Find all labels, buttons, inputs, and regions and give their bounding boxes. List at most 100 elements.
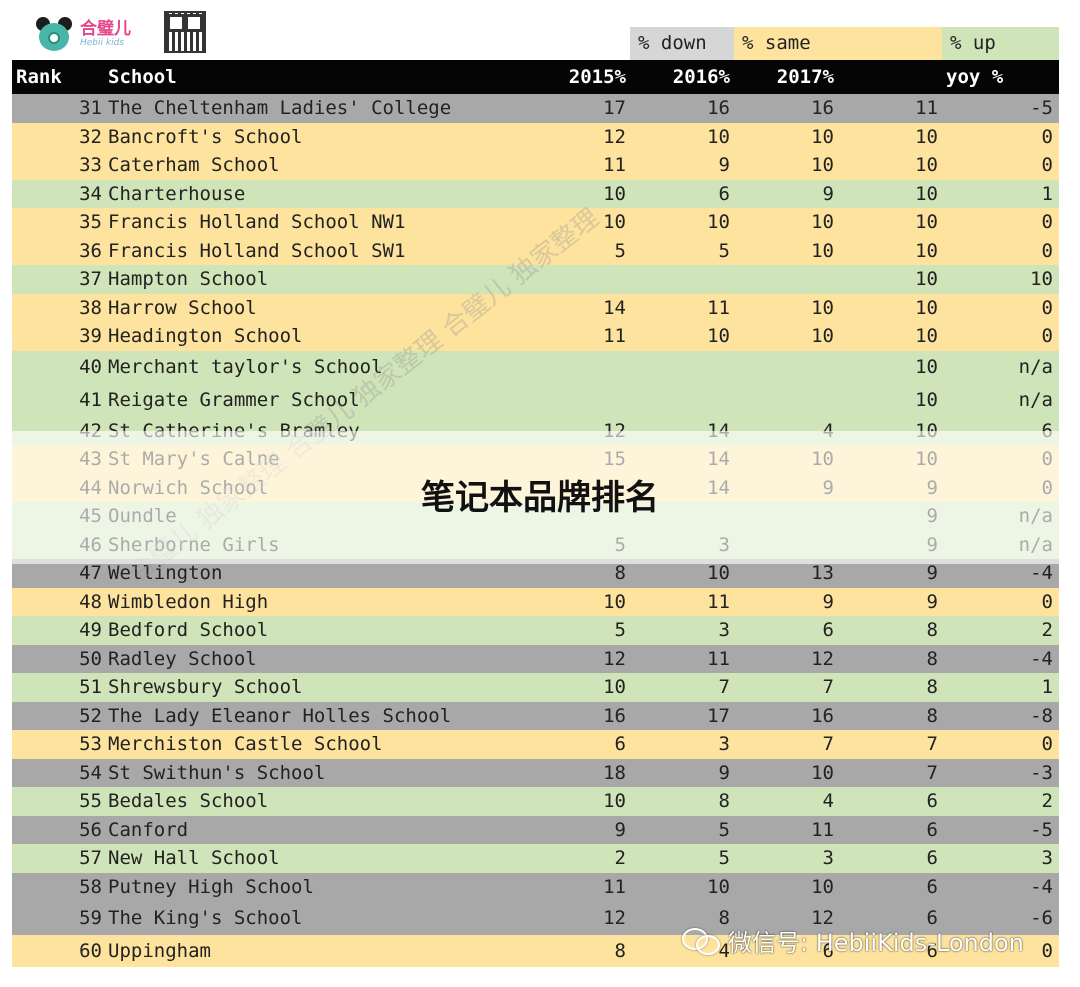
- cell-rank: 51: [79, 676, 102, 699]
- table-row: 42 St Catherine's Bramley 12 14 4 10 6: [12, 416, 1059, 445]
- cell-school: Francis Holland School SW1: [108, 239, 406, 262]
- cell-cur: 6: [926, 875, 938, 898]
- cell-rank: 31: [79, 97, 102, 120]
- cell-y2015: 16: [603, 704, 626, 727]
- cell-y2017: 10: [811, 296, 834, 319]
- cell-y2015: 10: [603, 790, 626, 813]
- cell-y2015: 10: [603, 590, 626, 613]
- table-row: 49 Bedford School 5 3 6 8 2: [12, 616, 1059, 645]
- brand-text: 合璧儿 Hebii kids: [80, 20, 131, 48]
- table-row: 40 Merchant taylor's School 10 n/a: [12, 350, 1059, 384]
- cell-y2016: 10: [707, 125, 730, 148]
- cell-y2017: 16: [811, 97, 834, 120]
- cell-school: Radley School: [108, 647, 257, 670]
- cell-rank: 43: [79, 448, 102, 471]
- header-2015: 2015%: [568, 66, 626, 88]
- cell-yoy: 0: [1041, 940, 1053, 962]
- cell-yoy: -4: [1030, 562, 1053, 585]
- cell-cur: 11: [915, 97, 938, 120]
- cell-cur: 10: [915, 389, 938, 411]
- cell-school: Shrewsbury School: [108, 676, 303, 699]
- cell-rank: 54: [79, 761, 102, 784]
- cell-y2015: 10: [603, 676, 626, 699]
- cell-cur: 10: [915, 211, 938, 234]
- cell-yoy: n/a: [1018, 389, 1053, 411]
- cell-school: Caterham School: [108, 154, 280, 177]
- cell-cur: 8: [926, 619, 938, 642]
- cell-y2015: 12: [603, 647, 626, 670]
- table-row: 54 St Swithun's School 18 9 10 7 -3: [12, 758, 1059, 787]
- overlay-title: 笔记本品牌排名: [421, 478, 659, 518]
- table-row: 53 Merchiston Castle School 6 3 7 7 0: [12, 730, 1059, 759]
- cell-y2015: 11: [603, 154, 626, 177]
- table-row: 50 Radley School 12 11 12 8 -4: [12, 644, 1059, 673]
- cell-rank: 58: [79, 875, 102, 898]
- cell-y2017: 4: [822, 419, 834, 442]
- cell-y2017: 4: [822, 790, 834, 813]
- table-row: 31 The Cheltenham Ladies' College 17 16 16 11…: [12, 94, 1059, 123]
- cell-y2016: 11: [707, 590, 730, 613]
- cell-y2017: 10: [811, 448, 834, 471]
- cell-cur: 10: [915, 182, 938, 205]
- cell-y2017: 10: [811, 239, 834, 262]
- cell-school: Bancroft's School: [108, 125, 303, 148]
- cell-rank: 41: [79, 389, 102, 411]
- cell-yoy: -6: [1030, 907, 1053, 929]
- cell-y2017: 11: [811, 818, 834, 841]
- cell-cur: 10: [915, 154, 938, 177]
- cell-y2016: 7: [718, 676, 730, 699]
- cell-yoy: 0: [1041, 154, 1053, 177]
- cell-y2017: 10: [811, 125, 834, 148]
- table-row: 33 Caterham School 11 9 10 10 0: [12, 151, 1059, 180]
- cell-y2015: 5: [614, 239, 626, 262]
- cell-yoy: 0: [1041, 211, 1053, 234]
- cell-y2015: 5: [614, 619, 626, 642]
- cell-yoy: -5: [1030, 97, 1053, 120]
- cell-y2016: 9: [718, 154, 730, 177]
- cell-y2017: 10: [811, 761, 834, 784]
- cell-yoy: 0: [1041, 239, 1053, 262]
- cell-y2017: 7: [822, 676, 834, 699]
- cell-rank: 47: [79, 562, 102, 585]
- cell-rank: 32: [79, 125, 102, 148]
- cell-rank: 48: [79, 590, 102, 613]
- cell-yoy: -5: [1030, 818, 1053, 841]
- table-row: 38 Harrow School 14 11 10 10 0: [12, 293, 1059, 322]
- qr-code-icon: [164, 11, 206, 53]
- cell-y2017: 10: [811, 325, 834, 348]
- legend-same: % same: [734, 27, 942, 60]
- cell-y2015: 8: [614, 940, 626, 962]
- cell-y2016: 14: [707, 419, 730, 442]
- cell-yoy: 0: [1041, 448, 1053, 471]
- cell-y2015: 12: [603, 125, 626, 148]
- cell-y2016: 10: [707, 562, 730, 585]
- cell-cur: 8: [926, 647, 938, 670]
- cell-cur: 10: [915, 419, 938, 442]
- table-header: Rank School 2015% 2016% 2017% yoy %: [12, 60, 1059, 94]
- cell-school: Bedford School: [108, 619, 269, 642]
- cell-rank: 55: [79, 790, 102, 813]
- cell-y2017: 16: [811, 704, 834, 727]
- cell-yoy: 2: [1041, 619, 1053, 642]
- cell-cur: 10: [915, 356, 938, 378]
- cell-yoy: 1: [1041, 182, 1053, 205]
- cell-y2015: 10: [603, 182, 626, 205]
- cell-cur: 10: [915, 125, 938, 148]
- table-row: 56 Canford 9 5 11 6 -5: [12, 815, 1059, 844]
- table-row: 35 Francis Holland School NW1 10 10 10 10 0: [12, 208, 1059, 237]
- table-row: 41 Reigate Grammer School 10 n/a: [12, 383, 1059, 417]
- header-2016: 2016%: [672, 66, 730, 88]
- table-row: 32 Bancroft's School 12 10 10 10 0: [12, 122, 1059, 151]
- table-row: 34 Charterhouse 10 6 9 10 1: [12, 179, 1059, 208]
- cell-yoy: 10: [1030, 268, 1053, 291]
- cell-y2016: 5: [718, 847, 730, 870]
- cell-y2015: 15: [603, 448, 626, 471]
- cell-school: Canford: [108, 818, 189, 841]
- cell-y2016: 14: [707, 448, 730, 471]
- cell-yoy: -4: [1030, 647, 1053, 670]
- cell-y2017: 3: [822, 847, 834, 870]
- table-row: 57 New Hall School 2 5 3 6 3: [12, 844, 1059, 873]
- wechat-icon: [682, 926, 722, 955]
- cell-y2015: 11: [603, 325, 626, 348]
- cell-y2016: 10: [707, 211, 730, 234]
